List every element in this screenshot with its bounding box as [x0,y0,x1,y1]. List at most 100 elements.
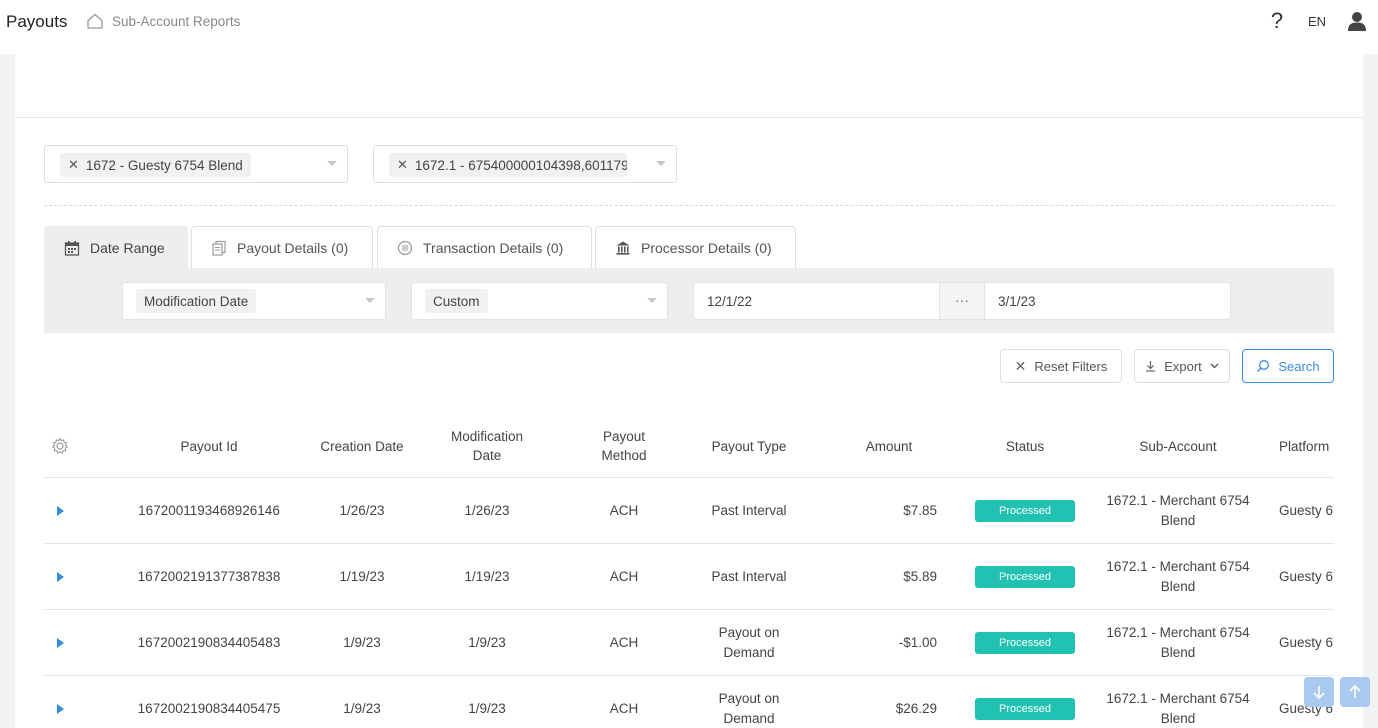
range-preset-select[interactable]: Custom [411,282,668,320]
tab-date-range[interactable]: Date Range [44,226,188,269]
cell-payout-type: Payout on Demand [718,691,780,726]
status-badge: Processed [975,566,1075,588]
cell-payout-method: ACH [609,503,639,518]
cell-status: Processed [966,544,1084,609]
status-badge: Processed [975,698,1075,720]
reset-filters-label: Reset Filters [1034,358,1108,374]
caret-right-icon [56,638,64,648]
table-row[interactable]: 1672002190834405483 1/9/23 1/9/23 ACH Pa… [44,610,1334,676]
account-chip: ✕ 1672 - Guesty 6754 Blend [60,153,251,177]
subaccount-chip-label: 1672.1 - 675400000104398,6011799 [414,157,627,173]
language-selector[interactable]: EN [1308,14,1326,29]
breadcrumb-label[interactable]: Sub-Account Reports [112,14,240,29]
cell-creation-date: 1/19/23 [339,569,385,584]
cell-platform: Guesty 6754 Blend [1279,503,1334,518]
cell-status: Processed [966,478,1084,543]
table-header: Payout Id Creation Date Modification Dat… [44,414,1334,478]
scroll-up-button[interactable] [1340,677,1370,707]
cell-amount: -$1.00 [898,635,937,650]
expand-row-button[interactable] [44,544,76,609]
cell-creation-date: 1/9/23 [343,701,381,716]
panel-header [15,54,1363,118]
expand-row-button[interactable] [44,676,76,728]
tab-payout-details[interactable]: Payout Details (0) [191,226,373,268]
gear-icon[interactable] [51,437,69,455]
breadcrumb[interactable]: Sub-Account Reports [86,13,240,29]
cell-platform: Guesty 6754 Blend [1279,635,1334,650]
app-title: Payouts [6,12,68,31]
column-settings[interactable] [44,414,76,478]
tab-processor-details[interactable]: Processor Details (0) [595,226,796,268]
table-row[interactable]: 1672002191377387838 1/19/23 1/19/23 ACH … [44,544,1334,610]
tab-label: Payout Details (0) [237,239,349,256]
help-icon[interactable]: ? [1266,8,1288,34]
chevron-down-icon [656,161,666,166]
cell-modification-date: 1/26/23 [464,503,510,518]
tab-label: Date Range [90,240,165,256]
table-row[interactable]: 1672002190834405475 1/9/23 1/9/23 ACH Pa… [44,676,1334,728]
cell-payout-method: ACH [609,701,639,716]
column-status[interactable]: Status [966,414,1084,478]
tab-label: Transaction Details (0) [423,239,564,256]
close-icon: ✕ [1014,357,1027,374]
divider [44,205,1334,206]
date-field-value: Modification Date [136,289,257,313]
caret-right-icon [56,572,64,582]
column-modification-date[interactable]: Modification Date [432,414,542,478]
cell-creation-date: 1/26/23 [339,503,385,518]
date-field-select[interactable]: Modification Date [122,282,386,320]
column-amount[interactable]: Amount [834,414,944,478]
cell-amount: $5.89 [903,569,937,584]
remove-subaccount-icon[interactable]: ✕ [397,157,408,173]
user-icon[interactable] [1346,10,1368,32]
search-label: Search [1278,358,1320,374]
status-badge: Processed [975,500,1075,522]
cell-modification-date: 1/19/23 [464,569,510,584]
reset-filters-button[interactable]: ✕ Reset Filters [1000,349,1122,383]
cell-creation-date: 1/9/23 [343,635,381,650]
cell-platform: Guesty 6754 Blend [1279,569,1334,584]
scroll-down-button[interactable] [1304,677,1334,707]
cell-status: Processed [966,676,1084,728]
column-payout-method[interactable]: Payout Method [574,414,674,478]
end-date-input[interactable]: 3/1/23 [984,282,1231,320]
account-chip-label: 1672 - Guesty 6754 Blend [85,157,243,173]
column-creation-date[interactable]: Creation Date [302,414,422,478]
column-platform[interactable]: Platform [1279,414,1378,478]
cell-sub-account: 1672.1 - Merchant 6754 Blend [1106,559,1250,594]
list-circle-icon [397,240,413,255]
chevron-down-icon [647,298,657,303]
subaccount-select[interactable]: ✕ 1672.1 - 675400000104398,6011799 [373,145,677,183]
download-icon [1146,361,1156,372]
top-bar: Payouts Sub-Account Reports ? EN [0,0,1378,54]
chevron-down-icon [327,161,337,166]
chevron-down-icon [365,298,375,303]
range-preset-value: Custom [425,289,488,313]
arrow-up-icon [1349,684,1361,698]
column-payout-type[interactable]: Payout Type [694,414,804,478]
account-select[interactable]: ✕ 1672 - Guesty 6754 Blend [44,145,348,183]
cell-sub-account: 1672.1 - Merchant 6754 Blend [1106,691,1250,726]
cell-payout-id: 1672002190834405483 [137,635,281,650]
tab-label: Processor Details (0) [641,239,772,256]
remove-account-icon[interactable]: ✕ [68,157,79,173]
report-panel: ✕ 1672 - Guesty 6754 Blend ✕ 1672.1 - 67… [15,54,1363,728]
cell-status: Processed [966,610,1084,675]
search-button[interactable]: Search [1242,349,1334,383]
date-range-filter-bar: Modification Date Custom 12/1/22 ··· 3/1… [44,268,1334,333]
column-sub-account[interactable]: Sub-Account [1094,414,1262,478]
cell-payout-id: 1672001193468926146 [138,503,280,518]
expand-row-button[interactable] [44,610,76,675]
tab-transaction-details[interactable]: Transaction Details (0) [377,226,592,268]
export-label: Export [1164,358,1202,374]
expand-row-button[interactable] [44,478,76,543]
cell-payout-type: Past Interval [711,503,787,518]
cell-payout-method: ACH [609,635,639,650]
table-row[interactable]: 1672001193468926146 1/26/23 1/26/23 ACH … [44,478,1334,544]
bank-icon [616,241,630,255]
export-button[interactable]: Export [1134,349,1230,383]
start-date-input[interactable]: 12/1/22 [693,282,940,320]
column-payout-id[interactable]: Payout Id [126,414,292,478]
cell-amount: $26.29 [895,701,937,716]
search-icon [1257,360,1270,372]
